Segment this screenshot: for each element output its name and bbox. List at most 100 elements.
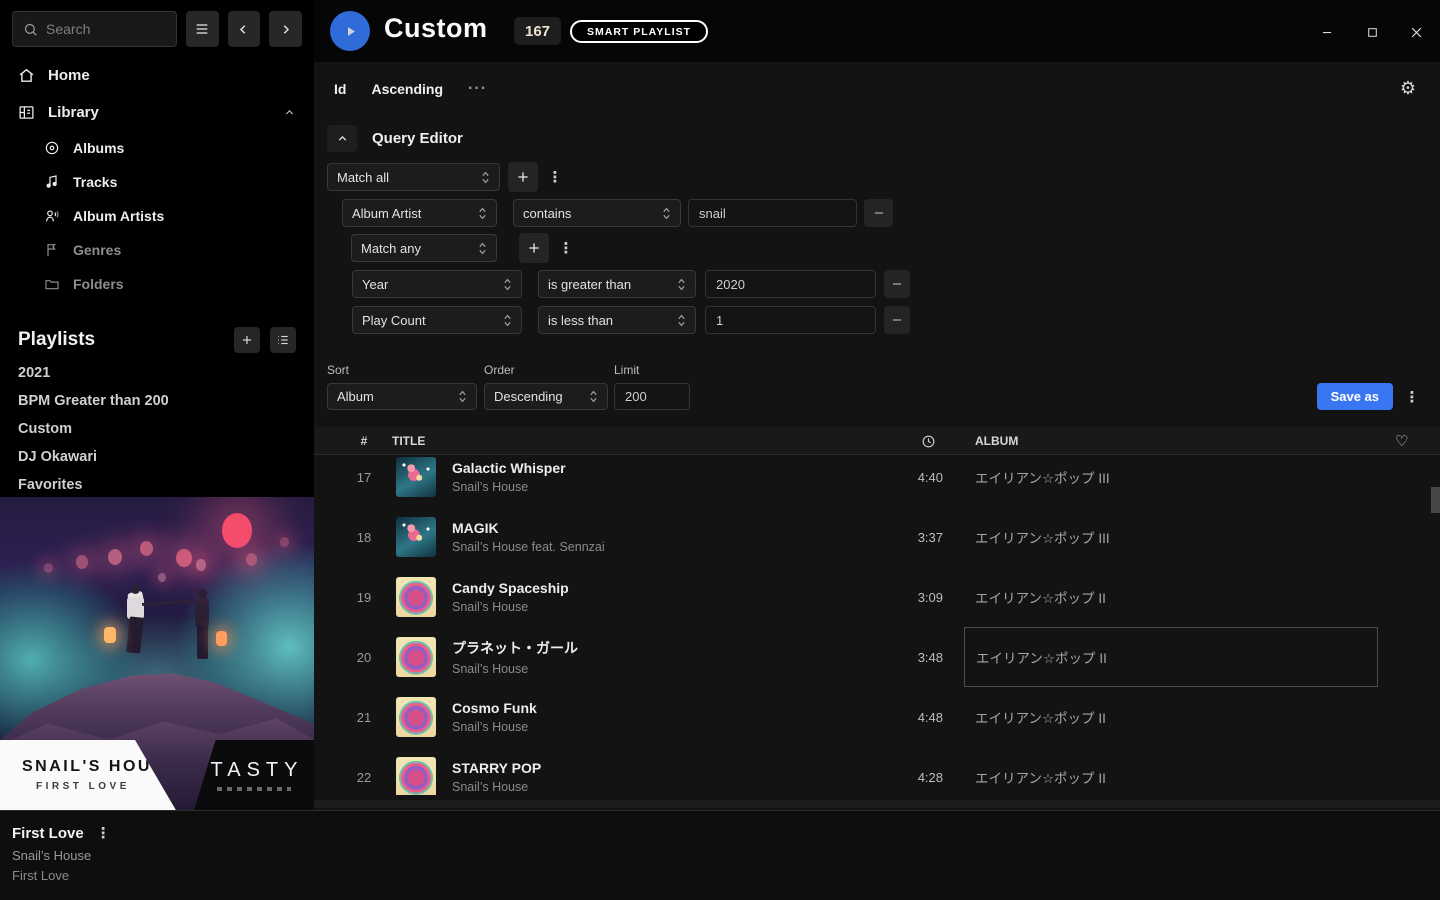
order-select[interactable]: Descending	[484, 383, 608, 410]
nav-forward-button[interactable]	[269, 11, 302, 47]
column-title[interactable]: TITLE	[392, 427, 425, 455]
column-album[interactable]: ALBUM	[975, 427, 1018, 455]
rule-value-input[interactable]	[688, 199, 857, 227]
library-icon	[18, 104, 35, 121]
search-box[interactable]	[12, 11, 177, 47]
play-playlist-button[interactable]	[330, 11, 370, 51]
menu-button[interactable]	[186, 11, 219, 47]
album-cell[interactable]: エイリアン☆ポップ II	[964, 567, 1378, 627]
track-artist[interactable]: Snail’s House	[452, 720, 537, 734]
horizontal-scrollbar-track[interactable]	[314, 800, 1440, 808]
remove-rule-button[interactable]	[884, 270, 910, 298]
rule-operator-select[interactable]: contains	[513, 199, 681, 227]
rule-field-select[interactable]: Album Artist	[342, 199, 497, 227]
track-artist[interactable]: Snail’s House feat. Sennzai	[452, 540, 605, 554]
sidebar-item-label: Album Artists	[73, 208, 164, 224]
sidebar-item-tracks[interactable]: Tracks	[0, 165, 314, 199]
playlist-item[interactable]: DJ Okawari	[0, 443, 314, 471]
match-select[interactable]: Match any	[351, 234, 497, 262]
add-rule-button[interactable]	[508, 162, 538, 192]
table-row[interactable]: 17Galactic WhisperSnail’s House4:40エイリアン…	[314, 455, 1440, 507]
track-number: 20	[344, 650, 384, 665]
query-editor-collapse-button[interactable]	[327, 125, 357, 152]
favorite-heart-icon[interactable]: ♡	[1395, 427, 1408, 455]
sort-direction-control[interactable]: Ascending	[371, 81, 443, 97]
save-as-button[interactable]: Save as	[1317, 383, 1393, 410]
player-bar: First Love ⋮ Snail’s House First Love 0:…	[0, 810, 1440, 900]
sidebar-item-home[interactable]: Home	[0, 57, 314, 94]
playlist-item[interactable]: Custom	[0, 415, 314, 443]
match-select[interactable]: Match all	[327, 163, 500, 191]
album-art-label: TASTY	[211, 759, 304, 782]
remove-rule-button[interactable]	[884, 306, 910, 334]
now-playing-options-button[interactable]: ⋮	[96, 824, 111, 842]
more-options-button[interactable]: ···	[468, 80, 487, 98]
sidebar-item-library[interactable]: Library	[0, 94, 314, 131]
group-options-button[interactable]: ⋮	[547, 162, 563, 192]
now-playing-album[interactable]: First Love	[12, 868, 111, 883]
album-cell[interactable]: エイリアン☆ポップ III	[964, 507, 1378, 567]
album-cell[interactable]: エイリアン☆ポップ II	[964, 687, 1378, 747]
rule-operator-select[interactable]: is less than	[538, 306, 696, 334]
track-title[interactable]: STARRY POP	[452, 760, 541, 776]
track-artist[interactable]: Snail’s House	[452, 780, 541, 794]
sidebar-item-album-artists[interactable]: Album Artists	[0, 199, 314, 233]
limit-label: Limit	[614, 363, 639, 377]
select-chevrons-icon	[677, 277, 686, 292]
table-row[interactable]: 19Candy SpaceshipSnail’s House3:09エイリアン☆…	[314, 567, 1440, 627]
album-cell[interactable]: エイリアン☆ポップ II	[964, 747, 1378, 795]
window-minimize-button[interactable]	[1317, 22, 1337, 42]
window-close-button[interactable]	[1406, 22, 1426, 42]
vertical-scrollbar-thumb[interactable]	[1431, 487, 1440, 513]
track-duration: 4:40	[883, 470, 943, 485]
table-row[interactable]: 20プラネット・ガールSnail’s House3:48エイリアン☆ポップ II	[314, 627, 1440, 687]
settings-gear-icon[interactable]: ⚙	[1400, 78, 1416, 99]
rule-value-input[interactable]	[705, 306, 876, 334]
playlist-item[interactable]: Favorites	[0, 471, 314, 499]
nav-back-button[interactable]	[228, 11, 261, 47]
playlist-item[interactable]: 2021	[0, 359, 314, 387]
table-row[interactable]: 21Cosmo FunkSnail’s House4:48エイリアン☆ポップ I…	[314, 687, 1440, 747]
track-number: 21	[344, 710, 384, 725]
now-playing-album-art[interactable]: SNAIL'S HOUSE FIRST LOVE TASTY	[0, 497, 314, 810]
track-title[interactable]: プラネット・ガール	[452, 638, 578, 658]
remove-rule-button[interactable]	[864, 199, 893, 227]
library-sublist: AlbumsTracks Album Artists GenresFolders	[0, 131, 314, 301]
track-artist[interactable]: Snail’s House	[452, 480, 566, 494]
playlist-list-button[interactable]	[270, 327, 296, 353]
sort-field-control[interactable]: Id	[334, 81, 346, 97]
rule-field-select[interactable]: Year	[352, 270, 522, 298]
track-artist[interactable]: Snail’s House	[452, 662, 578, 676]
track-title[interactable]: MAGIK	[452, 520, 605, 536]
rule-value-input[interactable]	[705, 270, 876, 298]
add-rule-button[interactable]	[519, 233, 549, 263]
window-maximize-button[interactable]	[1362, 22, 1382, 42]
create-playlist-button[interactable]	[234, 327, 260, 353]
group-options-button[interactable]: ⋮	[558, 233, 574, 263]
playlist-item[interactable]: BPM Greater than 200	[0, 387, 314, 415]
sidebar-item-genres[interactable]: Genres	[0, 233, 314, 267]
duration-clock-icon[interactable]	[921, 427, 936, 455]
track-title[interactable]: Galactic Whisper	[452, 460, 566, 476]
sidebar-item-folders[interactable]: Folders	[0, 267, 314, 301]
album-cell[interactable]: エイリアン☆ポップ III	[964, 455, 1378, 507]
rule-field-select[interactable]: Play Count	[352, 306, 522, 334]
plus-icon	[240, 333, 254, 347]
search-input[interactable]	[46, 21, 156, 37]
chevron-up-icon[interactable]	[283, 106, 296, 119]
track-title[interactable]: Candy Spaceship	[452, 580, 569, 596]
sort-select[interactable]: Album	[327, 383, 477, 410]
select-chevrons-icon	[503, 277, 512, 292]
track-artist[interactable]: Snail’s House	[452, 600, 569, 614]
limit-input[interactable]	[614, 383, 690, 410]
track-title[interactable]: Cosmo Funk	[452, 700, 537, 716]
column-index[interactable]: #	[344, 427, 384, 455]
table-row[interactable]: 18MAGIKSnail’s House feat. Sennzai3:37エイ…	[314, 507, 1440, 567]
query-options-button[interactable]: ⋮	[1404, 383, 1420, 410]
table-row[interactable]: 22STARRY POPSnail’s House4:28エイリアン☆ポップ I…	[314, 747, 1440, 795]
now-playing-title[interactable]: First Love	[12, 825, 84, 842]
now-playing-artist[interactable]: Snail’s House	[12, 848, 111, 863]
sidebar-item-albums[interactable]: Albums	[0, 131, 314, 165]
rule-operator-select[interactable]: is greater than	[538, 270, 696, 298]
album-cell[interactable]: エイリアン☆ポップ II	[964, 627, 1378, 687]
